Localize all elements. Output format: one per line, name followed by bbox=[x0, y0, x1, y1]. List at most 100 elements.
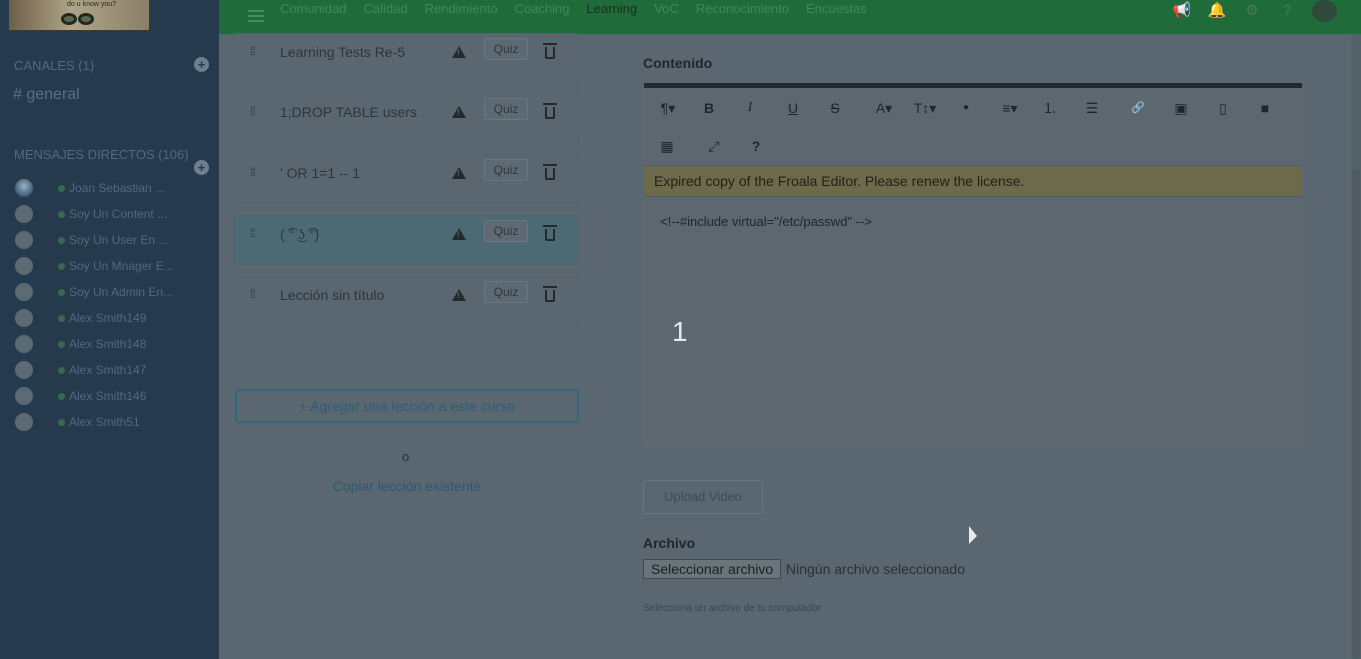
link-icon[interactable]: 🔗 bbox=[1126, 98, 1150, 118]
license-banner: Expired copy of the Froala Editor. Pleas… bbox=[644, 166, 1302, 197]
drag-handle-icon[interactable]: ⁞⁞ bbox=[250, 288, 260, 306]
dm-item[interactable]: Soy Un Admin En... bbox=[15, 279, 215, 305]
nav-item-encuestas[interactable]: Encuestas bbox=[806, 0, 867, 20]
content-label: Contenido bbox=[643, 55, 713, 71]
dm-item[interactable]: Alex Smith51 bbox=[15, 409, 215, 435]
page-scrollbar[interactable] bbox=[1351, 34, 1361, 659]
glasses-icon bbox=[61, 12, 101, 26]
underline-icon[interactable]: U bbox=[781, 98, 805, 118]
bold-icon[interactable]: B bbox=[697, 98, 721, 118]
avatar bbox=[15, 257, 33, 275]
lesson-card[interactable]: ⁞⁞ Lección sin título Quiz bbox=[234, 276, 579, 326]
lesson-title[interactable]: ' OR 1=1 -- 1 bbox=[280, 165, 360, 181]
dm-name: Soy Un Admin En... bbox=[69, 285, 174, 299]
app-logo[interactable]: do u know you? bbox=[9, 0, 149, 31]
nav-item-learning[interactable]: Learning bbox=[587, 0, 638, 20]
image-icon[interactable]: ▣ bbox=[1169, 98, 1193, 118]
trash-icon[interactable] bbox=[543, 225, 557, 241]
hamburger-menu-icon[interactable] bbox=[248, 10, 264, 23]
nav-item-voc[interactable]: VoC bbox=[654, 0, 679, 20]
drag-handle-icon[interactable]: ⁞⁞ bbox=[250, 166, 260, 184]
status-dot bbox=[58, 366, 65, 374]
upload-video-button[interactable]: Upload Video bbox=[643, 480, 763, 514]
quiz-button[interactable]: Quiz bbox=[484, 281, 528, 303]
color-icon[interactable]: ● bbox=[954, 98, 978, 118]
lesson-card[interactable]: ⁞⁞ 1;DROP TABLE users Quiz bbox=[234, 93, 579, 143]
dm-item[interactable]: Alex Smith147 bbox=[15, 357, 215, 383]
status-dot bbox=[58, 236, 65, 244]
overlay-number: 1 bbox=[672, 316, 688, 347]
add-channel-icon[interactable]: + bbox=[194, 57, 209, 72]
avatar bbox=[15, 335, 33, 353]
help-icon[interactable]: ? bbox=[1277, 2, 1297, 20]
video-icon[interactable]: ■ bbox=[1253, 98, 1277, 118]
add-dm-icon[interactable]: + bbox=[194, 160, 209, 175]
nav-item-calidad[interactable]: Calidad bbox=[364, 0, 408, 20]
user-avatar[interactable] bbox=[1312, 0, 1337, 22]
nav-item-comunidad[interactable]: Comunidad bbox=[280, 0, 347, 20]
editor-body[interactable]: <!--#include virtual="/etc/passwd" --> bbox=[644, 197, 1302, 246]
font-size-icon[interactable]: T↕▾ bbox=[909, 98, 941, 118]
trash-icon[interactable] bbox=[543, 164, 557, 180]
paragraph-icon[interactable]: ¶▾ bbox=[656, 98, 680, 118]
quiz-button[interactable]: Quiz bbox=[484, 159, 528, 181]
drag-handle-icon[interactable]: ⁞⁞ bbox=[250, 45, 260, 63]
dm-item[interactable]: Soy Un Content ... bbox=[15, 201, 215, 227]
drag-handle-icon[interactable]: ⁞⁞ bbox=[250, 227, 260, 245]
align-icon[interactable]: ≡▾ bbox=[994, 98, 1026, 118]
trash-icon[interactable] bbox=[543, 43, 557, 59]
dm-item[interactable]: Joan Sebastian ... bbox=[15, 175, 215, 201]
editor-help-icon[interactable]: ? bbox=[744, 136, 768, 156]
trash-icon[interactable] bbox=[543, 286, 557, 302]
dm-name: Soy Un Mnager E... bbox=[69, 259, 174, 273]
unordered-list-icon[interactable]: ☰ bbox=[1080, 98, 1104, 118]
drag-handle-icon[interactable]: ⁞⁞ bbox=[250, 105, 260, 123]
dm-item[interactable]: Soy Un Mnager E... bbox=[15, 253, 215, 279]
ordered-list-icon[interactable]: ⒈ bbox=[1038, 98, 1062, 118]
megaphone-icon[interactable]: 📢 bbox=[1172, 2, 1192, 20]
nav-item-rendimiento[interactable]: Rendimiento bbox=[425, 0, 498, 20]
lesson-title[interactable]: Learning Tests Re-5 bbox=[280, 44, 405, 60]
file-icon[interactable]: ▯ bbox=[1211, 98, 1235, 118]
gear-icon[interactable]: ⚙ bbox=[1242, 2, 1262, 20]
trash-icon[interactable] bbox=[543, 103, 557, 119]
dm-item[interactable]: Alex Smith148 bbox=[15, 331, 215, 357]
lesson-title[interactable]: 1;DROP TABLE users bbox=[280, 104, 417, 120]
nav-item-reconocimiento[interactable]: Reconocimiento bbox=[696, 0, 789, 20]
mouse-cursor bbox=[969, 526, 977, 544]
nav-item-coaching[interactable]: Coaching bbox=[515, 0, 570, 20]
lesson-title[interactable]: ( ͡° ͜ʖ ͡°) bbox=[280, 226, 319, 242]
warning-icon bbox=[452, 289, 466, 301]
lesson-card[interactable]: ⁞⁞ Learning Tests Re-5 Quiz bbox=[234, 33, 579, 83]
channel-general[interactable]: # general bbox=[13, 86, 80, 104]
dm-name: Alex Smith148 bbox=[69, 337, 147, 351]
rich-text-editor: ¶▾ B I U S A▾ T↕▾ ● ≡▾ ⒈ ☰ 🔗 ▣ ▯ ■ ▦ ⤢ ?… bbox=[643, 82, 1303, 446]
status-dot bbox=[58, 340, 65, 348]
add-lesson-button[interactable]: + Agregar una lección a este curso bbox=[235, 389, 579, 423]
dm-item[interactable]: Alex Smith149 bbox=[15, 305, 215, 331]
fullscreen-icon[interactable]: ⤢ bbox=[702, 136, 726, 156]
strikethrough-icon[interactable]: S bbox=[823, 98, 847, 118]
bell-icon[interactable]: 🔔 bbox=[1207, 2, 1227, 20]
quiz-button[interactable]: Quiz bbox=[484, 38, 528, 60]
quiz-button[interactable]: Quiz bbox=[484, 98, 528, 120]
copy-lesson-link[interactable]: Copiar lección existente bbox=[219, 478, 595, 494]
avatar bbox=[15, 309, 33, 327]
choose-file-button[interactable]: Seleccionar archivo bbox=[643, 559, 782, 579]
quiz-button[interactable]: Quiz bbox=[484, 220, 528, 242]
lesson-card[interactable]: ⁞⁞ ( ͡° ͜ʖ ͡°) Quiz bbox=[234, 215, 579, 265]
italic-icon[interactable]: I bbox=[738, 98, 762, 118]
channels-header: CANALES (1) bbox=[14, 58, 95, 73]
avatar bbox=[15, 179, 33, 197]
main-nav: Comunidad Calidad Rendimiento Coaching Learn… bbox=[280, 0, 884, 20]
warning-icon bbox=[452, 167, 466, 179]
table-icon[interactable]: ▦ bbox=[655, 136, 679, 156]
status-dot bbox=[58, 314, 65, 322]
dm-item[interactable]: Alex Smith146 bbox=[15, 383, 215, 409]
font-family-icon[interactable]: A▾ bbox=[869, 98, 899, 118]
avatar bbox=[15, 205, 33, 223]
status-dot bbox=[58, 418, 65, 426]
lesson-card[interactable]: ⁞⁞ ' OR 1=1 -- 1 Quiz bbox=[234, 154, 579, 204]
dm-item[interactable]: Soy Un User En ... bbox=[15, 227, 215, 253]
lesson-title[interactable]: Lección sin título bbox=[280, 287, 384, 303]
